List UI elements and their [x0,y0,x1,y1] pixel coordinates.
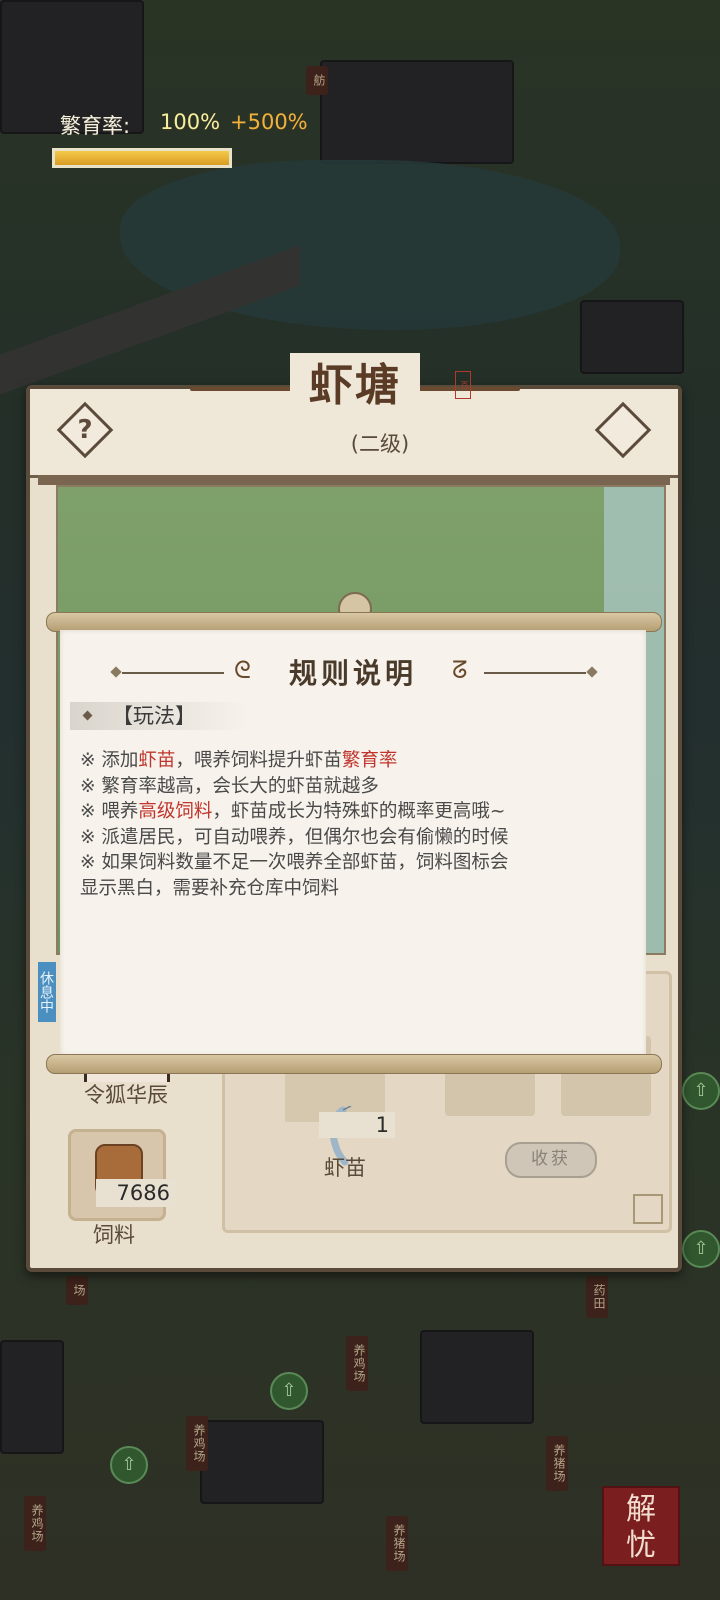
rule-text: ※ 添加 [80,750,139,771]
rule-line: 显示黑白，需要补充仓库中饲料 [80,876,600,902]
harvest-button[interactable]: 收获 [505,1142,597,1178]
header-divider [38,475,670,485]
swirl-right-icon: ᘔ [452,656,468,684]
scroll-rod-bottom [46,1054,662,1074]
rule-line: ※ 繁育率越高，会长大的虾苗就越多 [80,774,600,800]
feed-slot[interactable] [68,1129,166,1221]
upgrade-hammer-button[interactable] [594,401,652,459]
building-level: (二级) [350,432,410,456]
help-button[interactable]: ? [56,401,114,459]
shrimp-label: 虾苗 [324,1156,366,1180]
rules-dialog[interactable]: ᘓ 规则说明 ᘔ 【玩法】 ※ 添加虾苗，喂养饲料提升虾苗繁育率 ※ 繁育率越高… [60,630,646,1056]
seal-stamp: 百 [455,371,471,399]
section-label: 【玩法】 [112,704,196,728]
rule-highlight: 高级饲料 [138,801,213,822]
logo-char: 解 [626,1492,656,1527]
rule-text: ，虾苗成长为特殊虾的概率更高哦~ [212,801,506,822]
resident-name: 令狐华辰 [84,1083,168,1107]
building-title: 虾塘 [309,360,401,411]
rule-text: ※ 如果饲料数量不足一次喂养全部虾苗，饲料图标会 [80,852,509,873]
rule-text: 显示黑白，需要补充仓库中饲料 [80,877,340,899]
question-icon: ? [77,415,93,445]
corner-ornament [633,1194,663,1224]
breeding-rate-label: 繁育率: [60,114,131,138]
feed-count: 7686 [96,1179,176,1207]
status-tag: 休息中 [38,962,56,1022]
breeding-rate-fill [55,151,229,165]
panel-title-banner: 虾塘 百 [180,349,530,419]
shrimp-count: 1 [319,1112,395,1138]
rule-text: ※ 繁育率越高，会长大的虾苗就越多 [80,775,379,797]
rule-line: ※ 派遣居民，可自动喂养，但偶尔也会有偷懒的时候 [80,825,600,851]
rule-text: ，喂养饲料提升虾苗 [175,750,342,771]
rule-line: ※ 添加虾苗，喂养饲料提升虾苗繁育率 [80,748,600,774]
scroll-rod-top [46,612,662,632]
hammer-icon [594,401,652,459]
rule-highlight: 虾苗 [138,750,176,771]
title-rule-right [484,672,586,674]
feed-label: 饲料 [93,1223,135,1247]
breeding-rate-value: 100% [160,110,221,134]
rule-line: ※ 喂养高级饲料，虾苗成长为特殊虾的概率更高哦~ [80,799,600,825]
rule-line: ※ 如果饲料数量不足一次喂养全部虾苗，饲料图标会 [80,850,600,876]
breeding-rate-bonus: +500% [230,110,308,134]
rule-highlight: 繁育率 [341,750,398,771]
logo-char: 忧 [626,1528,656,1563]
breeding-rate-bar [52,148,232,168]
app-logo[interactable]: 解 忧 [602,1486,680,1566]
rule-text: ※ 派遣居民，可自动喂养，但偶尔也会有偷懒的时候 [80,826,509,848]
rules-list: ※ 添加虾苗，喂养饲料提升虾苗繁育率 ※ 繁育率越高，会长大的虾苗就越多 ※ 喂… [80,748,600,901]
rule-text: ※ 喂养 [80,801,139,822]
